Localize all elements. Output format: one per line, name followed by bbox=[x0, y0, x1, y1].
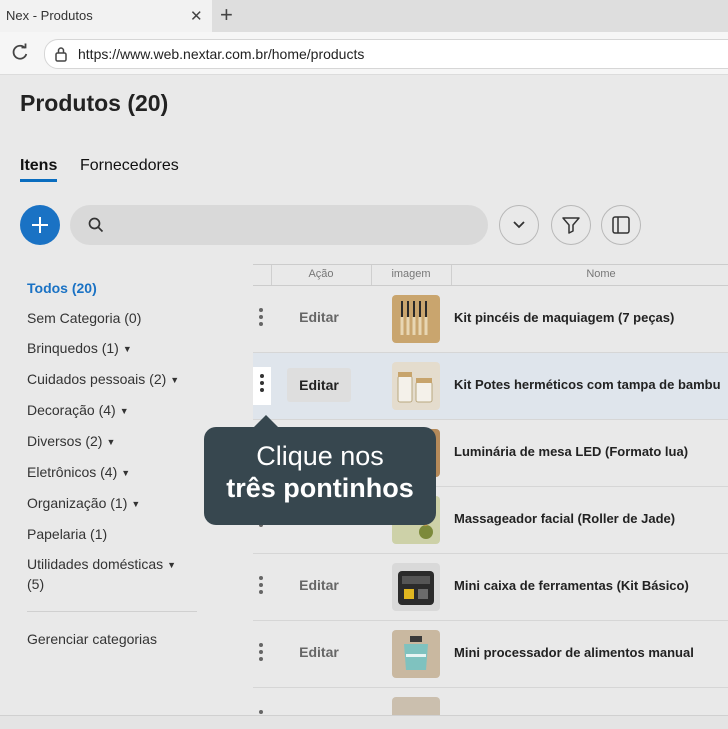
columns-icon bbox=[612, 216, 630, 234]
sidebar-item-cuidados-pessoais[interactable]: Cuidados pessoais (2) ▼ bbox=[27, 371, 179, 387]
sidebar-item-todos[interactable]: Todos (20) bbox=[27, 280, 97, 296]
sidebar-divider bbox=[27, 611, 197, 612]
table-row[interactable]: Editar Kit pincéis de maquiagem (7 peças… bbox=[253, 286, 728, 353]
sidebar-item-label: Papelaria (1) bbox=[27, 526, 108, 542]
more-options-icon[interactable] bbox=[258, 308, 264, 326]
search-input[interactable] bbox=[70, 205, 488, 245]
address-bar[interactable]: https://www.web.nextar.com.br/home/produ… bbox=[44, 39, 728, 69]
add-product-button[interactable] bbox=[20, 205, 60, 245]
sidebar-item-papelaria[interactable]: Papelaria (1) bbox=[27, 526, 107, 542]
product-image bbox=[392, 563, 440, 611]
more-options-icon[interactable] bbox=[258, 643, 264, 661]
search-icon bbox=[88, 217, 104, 238]
edit-button[interactable]: Editar bbox=[287, 309, 351, 325]
browser-tab-bar: Nex - Produtos ✕ + bbox=[0, 0, 728, 32]
tab-fornecedores[interactable]: Fornecedores bbox=[80, 157, 179, 175]
browser-tab-title: Nex - Produtos bbox=[6, 8, 93, 23]
product-name[interactable]: Kit pincéis de maquiagem (7 peças) bbox=[454, 310, 674, 325]
sidebar-item-label: Sem Categoria (0) bbox=[27, 310, 142, 326]
close-tab-icon[interactable]: ✕ bbox=[190, 7, 203, 25]
bottom-scroll-strip bbox=[0, 715, 728, 729]
filter-button[interactable] bbox=[551, 205, 591, 245]
sidebar-item-label: Eletrônicos (4) bbox=[27, 464, 118, 480]
column-header-nome[interactable]: Nome bbox=[451, 268, 728, 280]
caret-down-icon[interactable]: ▼ bbox=[120, 406, 129, 416]
product-name[interactable]: Luminária de mesa LED (Formato lua) bbox=[454, 444, 688, 459]
manage-categories-link[interactable]: Gerenciar categorias bbox=[27, 631, 157, 647]
chevron-down-icon bbox=[513, 221, 525, 229]
reload-icon[interactable] bbox=[10, 42, 30, 67]
product-name[interactable]: Mini caixa de ferramentas (Kit Básico) bbox=[454, 578, 689, 593]
lock-icon bbox=[54, 46, 68, 67]
products-page: Produtos (20) Itens Fornecedores Todos (… bbox=[0, 75, 728, 728]
sidebar-item-label: Decoração (4) bbox=[27, 402, 116, 418]
plus-icon bbox=[32, 217, 48, 233]
sidebar-item-label: Brinquedos (1) bbox=[27, 340, 119, 356]
onboarding-tooltip: Clique nos três pontinhos bbox=[204, 415, 436, 525]
product-image bbox=[392, 630, 440, 678]
table-row[interactable]: Editar Mini processador de alimentos man… bbox=[253, 621, 728, 688]
edit-button[interactable]: Editar bbox=[287, 368, 351, 402]
more-options-icon[interactable] bbox=[258, 576, 264, 594]
table-header: Ação imagem Nome bbox=[253, 264, 728, 286]
product-name[interactable]: Massageador facial (Roller de Jade) bbox=[454, 511, 675, 526]
sidebar-item-sem-categoria[interactable]: Sem Categoria (0) bbox=[27, 310, 141, 326]
browser-toolbar: https://www.web.nextar.com.br/home/produ… bbox=[0, 32, 728, 75]
sidebar-item-label: Organização (1) bbox=[27, 495, 128, 511]
columns-button[interactable] bbox=[601, 205, 641, 245]
product-image bbox=[392, 295, 440, 343]
more-options-button[interactable] bbox=[253, 367, 271, 405]
caret-down-icon[interactable]: ▼ bbox=[170, 375, 179, 385]
sidebar-item-label: Cuidados pessoais (2) bbox=[27, 371, 167, 387]
tooltip-line-1: Clique nos bbox=[256, 441, 384, 471]
sidebar-item-count: (5) bbox=[27, 576, 44, 592]
sidebar-item-decoracao[interactable]: Decoração (4) ▼ bbox=[27, 402, 129, 418]
sidebar-item-eletronicos[interactable]: Eletrônicos (4) ▼ bbox=[27, 464, 130, 480]
sidebar-item-label: Diversos (2) bbox=[27, 433, 103, 449]
caret-down-icon[interactable]: ▼ bbox=[106, 437, 115, 447]
sidebar-item-label: Utilidades domésticas bbox=[27, 556, 164, 572]
product-image bbox=[392, 362, 440, 410]
sidebar-item-utilidades-domesticas[interactable]: Utilidades domésticas ▼ bbox=[27, 556, 176, 572]
caret-down-icon[interactable]: ▼ bbox=[131, 499, 140, 509]
product-name[interactable]: Mini processador de alimentos manual bbox=[454, 645, 694, 660]
browser-tab[interactable]: Nex - Produtos ✕ bbox=[0, 0, 212, 32]
expand-button[interactable] bbox=[499, 205, 539, 245]
table-row[interactable]: Editar Kit Potes herméticos com tampa de… bbox=[253, 353, 728, 420]
edit-button[interactable]: Editar bbox=[287, 577, 351, 593]
sidebar-item-label: (5) bbox=[27, 576, 45, 592]
tab-itens[interactable]: Itens bbox=[20, 157, 58, 182]
page-title: Produtos (20) bbox=[20, 90, 169, 116]
column-header-imagem: imagem bbox=[391, 268, 431, 280]
column-header-acao: Ação bbox=[308, 268, 334, 280]
new-tab-icon[interactable]: + bbox=[220, 3, 233, 27]
sidebar-item-brinquedos[interactable]: Brinquedos (1) ▼ bbox=[27, 340, 132, 356]
url-text: https://www.web.nextar.com.br/home/produ… bbox=[78, 46, 365, 62]
tooltip-line-2: três pontinhos bbox=[226, 473, 414, 503]
sidebar-item-organizacao[interactable]: Organização (1) ▼ bbox=[27, 495, 140, 511]
caret-down-icon[interactable]: ▼ bbox=[167, 560, 176, 570]
table-row[interactable]: Editar Mini caixa de ferramentas (Kit Bá… bbox=[253, 554, 728, 621]
filter-icon bbox=[562, 217, 580, 234]
more-options-icon[interactable] bbox=[259, 374, 265, 392]
sidebar-item-label: Todos (20) bbox=[27, 280, 97, 296]
edit-button[interactable]: Editar bbox=[287, 644, 351, 660]
caret-down-icon[interactable]: ▼ bbox=[121, 468, 130, 478]
product-name[interactable]: Kit Potes herméticos com tampa de bambu bbox=[454, 377, 721, 392]
caret-down-icon[interactable]: ▼ bbox=[123, 344, 132, 354]
sidebar-item-diversos[interactable]: Diversos (2) ▼ bbox=[27, 433, 115, 449]
